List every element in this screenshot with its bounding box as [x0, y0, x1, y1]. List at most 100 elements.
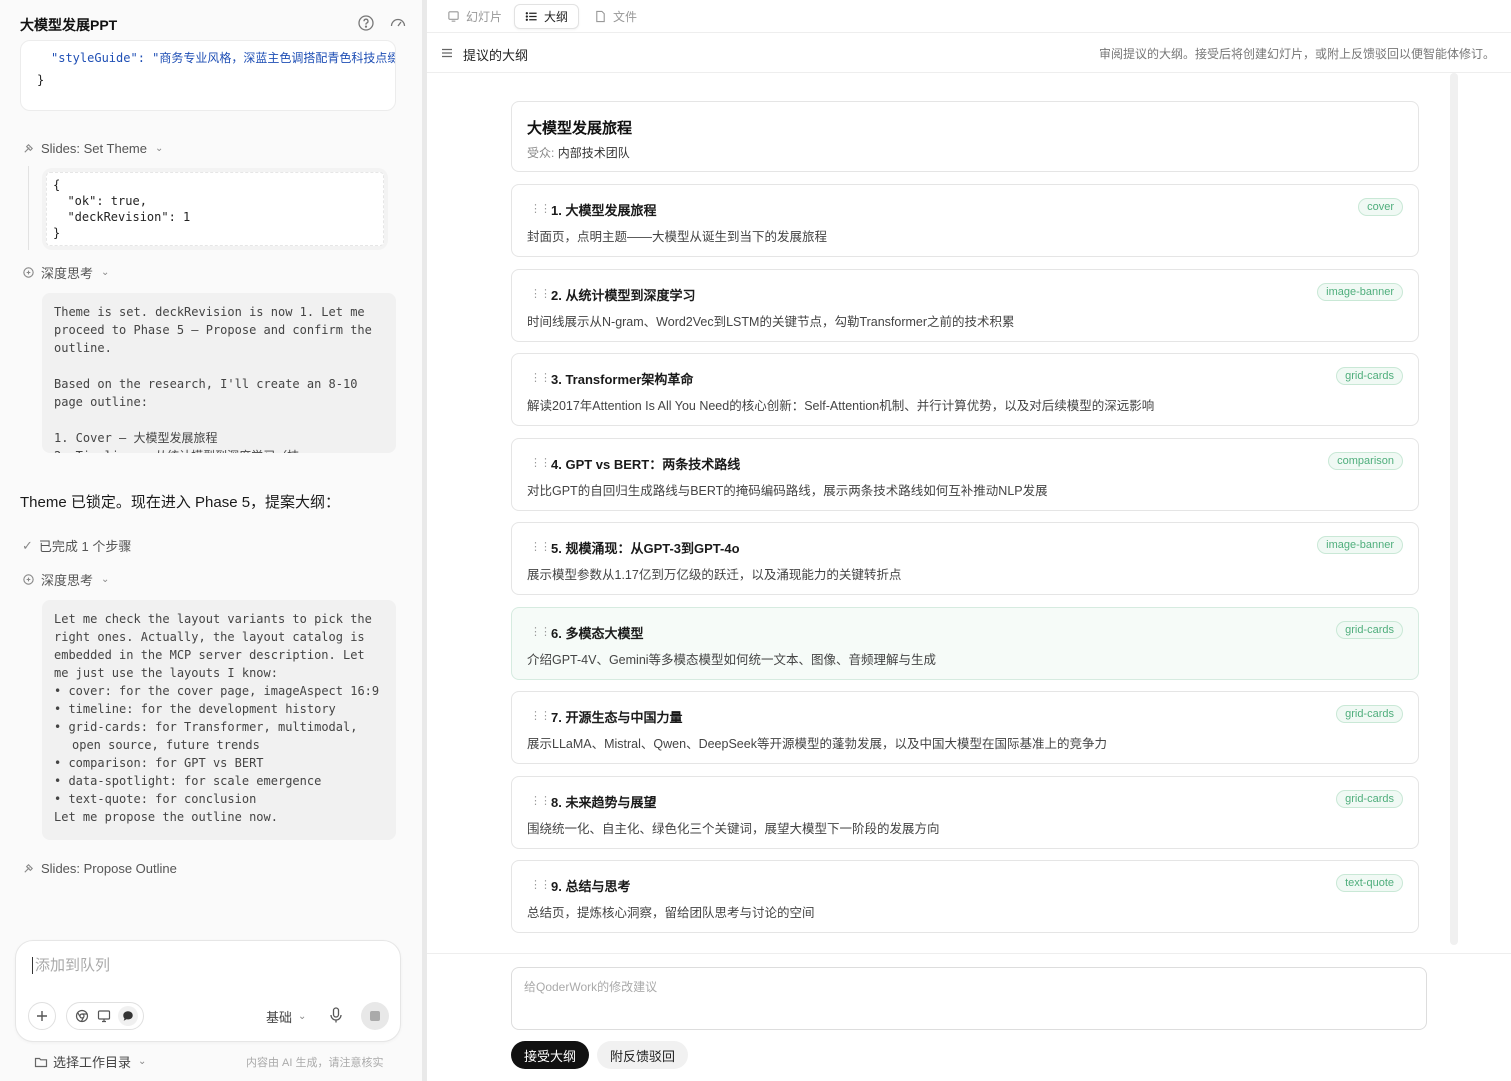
menu-icon[interactable] [441, 46, 453, 58]
chevron-down-icon: ⌄ [298, 1011, 307, 1022]
microphone-icon[interactable] [326, 1005, 346, 1025]
steps-completed[interactable]: ✓ 已完成 1 个步骤 [22, 536, 131, 555]
chevron-down-icon: ⌄ [154, 143, 164, 154]
monitor-icon[interactable] [97, 1009, 111, 1023]
plus-icon[interactable] [28, 1002, 56, 1030]
hammer-icon [24, 863, 34, 873]
slide-title: 2. 从统计模型到深度学习 [551, 288, 696, 303]
mode-label: 基础 [266, 1010, 293, 1025]
deck-summary-card: 大模型发展旅程 受众: 内部技术团队 [511, 101, 1419, 172]
thinking-content: Let me check the layout variants to pick… [42, 600, 396, 840]
slide-description: 封面页，点明主题——大模型从诞生到当下的发展旅程 [527, 230, 828, 244]
slide-title: 1. 大模型发展旅程 [551, 203, 657, 218]
code-value: : "商务专业风格，深蓝主色调搭配青色科技点缀 [137, 51, 396, 65]
outline-slide-card[interactable]: ⋮⋮ 7. 开源生态与中国力量 展示LLaMA、Mistral、Qwen、Dee… [511, 691, 1419, 764]
workdir-select[interactable]: 选择工作目录 ⌄ [34, 1052, 146, 1071]
thinking-toggle[interactable]: 深度思考 ⌄ [22, 263, 109, 282]
outline-slide-card[interactable]: ⋮⋮ 6. 多模态大模型 介绍GPT-4V、Gemini等多模态模型如何统一文本… [511, 607, 1419, 680]
slide-title: 6. 多模态大模型 [551, 626, 644, 641]
drag-handle-icon[interactable]: ⋮⋮ [530, 202, 551, 215]
tab-files[interactable]: 文件 [584, 4, 647, 29]
thinking-outro: Let me propose the outline now. [54, 810, 278, 824]
drag-handle-icon[interactable]: ⋮⋮ [530, 878, 551, 891]
feedback-input[interactable] [511, 967, 1427, 1030]
audience-value: 内部技术团队 [557, 146, 630, 160]
outline-slide-card[interactable]: ⋮⋮ 3. Transformer架构革命 解读2017年Attention I… [511, 353, 1419, 426]
outline-slide-card[interactable]: ⋮⋮ 4. GPT vs BERT：两条技术路线 对比GPT的自回归生成路线与B… [511, 438, 1419, 511]
layout-badge: text-quote [1336, 874, 1403, 892]
tab-label: 大纲 [544, 10, 569, 24]
slide-description: 介绍GPT-4V、Gemini等多模态模型如何统一文本、图像、音频理解与生成 [527, 653, 937, 667]
outline-subheader: 提议的大纲 审阅提议的大纲。接受后将创建幻灯片，或附上反馈驳回以便智能体修订。 [427, 33, 1511, 73]
layout-badge: cover [1358, 198, 1403, 216]
slide-description: 围绕统一化、自主化、绿色化三个关键词，展望大模型下一阶段的发展方向 [527, 822, 940, 836]
tab-bar: 幻灯片 大纲 文件 [427, 0, 1511, 33]
queue-input[interactable] [32, 957, 382, 974]
layout-badge: grid-cards [1336, 367, 1403, 385]
slide-description: 总结页，提炼核心洞察，留给团队思考与讨论的空间 [527, 906, 815, 920]
drag-handle-icon[interactable]: ⋮⋮ [530, 794, 551, 807]
drag-handle-icon[interactable]: ⋮⋮ [530, 709, 551, 722]
tool-call-propose-outline[interactable]: Slides: Propose Outline [22, 861, 177, 876]
ai-disclaimer: 内容由 AI 生成，请注意核实 [246, 1057, 384, 1069]
app-title: 大模型发展PPT [20, 17, 118, 33]
drag-handle-icon[interactable]: ⋮⋮ [530, 456, 551, 469]
thinking-text: Theme is set. deckRevision is now 1. Let… [54, 305, 372, 453]
brain-icon [23, 267, 34, 278]
accept-outline-button[interactable]: 接受大纲 [511, 1041, 589, 1069]
outline-panel: 幻灯片 大纲 文件 提议的大纲 审阅提议的大纲。接受后将创建幻灯片，或附上反馈驳… [427, 0, 1511, 1081]
outline-slide-card[interactable]: ⋮⋮ 1. 大模型发展旅程 封面页，点明主题——大模型从诞生到当下的发展旅程 c… [511, 184, 1419, 257]
chevron-down-icon: ⌄ [138, 1056, 147, 1067]
chat-bubble-icon[interactable] [118, 1006, 138, 1026]
slide-title: 9. 总结与思考 [551, 879, 631, 894]
outline-slide-card[interactable]: ⋮⋮ 8. 未来趋势与展望 围绕统一化、自主化、绿色化三个关键词，展望大模型下一… [511, 776, 1419, 849]
stop-icon[interactable] [361, 1002, 389, 1030]
slides-icon [448, 11, 459, 22]
tool-result-card: "styleGuide": "商务专业风格，深蓝主色调搭配青色科技点缀 } [20, 40, 396, 111]
reject-with-feedback-button[interactable]: 附反馈驳回 [597, 1041, 688, 1069]
composer: 基础 ⌄ [15, 940, 401, 1042]
audience-label: 受众: [527, 146, 555, 160]
thinking-label: 深度思考 [41, 266, 94, 281]
thinking-bullet: • comparison: for GPT vs BERT [54, 756, 264, 770]
thread-line [28, 166, 29, 250]
tool-call-label: Slides: Set Theme [41, 141, 147, 156]
slide-description: 时间线展示从N-gram、Word2Vec到LSTM的关键节点，勾勒Transf… [527, 315, 1015, 329]
tab-label: 幻灯片 [466, 10, 503, 24]
slide-description: 解读2017年Attention Is All You Need的核心创新：Se… [527, 399, 1155, 413]
tool-call-label: Slides: Propose Outline [41, 861, 177, 876]
code-line: "styleGuide": "商务专业风格，深蓝主色调搭配青色科技点缀 [51, 50, 396, 66]
layout-badge: grid-cards [1336, 705, 1403, 723]
thinking-bullet: • grid-cards: for Transformer, multimoda… [54, 720, 358, 752]
tool-call-set-theme[interactable]: Slides: Set Theme ⌄ [22, 141, 163, 156]
thinking-bullet: • data-spotlight: for scale emergence [54, 774, 322, 788]
layout-badge: comparison [1328, 452, 1403, 470]
chrome-icon[interactable] [75, 1009, 89, 1023]
drag-handle-icon[interactable]: ⋮⋮ [530, 625, 551, 638]
slide-description: 对比GPT的自回归生成路线与BERT的掩码编码路线，展示两条技术路线如何互补推动… [527, 484, 1048, 498]
outline-slide-card[interactable]: ⋮⋮ 9. 总结与思考 总结页，提炼核心洞察，留给团队思考与讨论的空间 text… [511, 860, 1419, 933]
thinking-bullet: • cover: for the cover page, imageAspect… [54, 684, 380, 698]
result-line: "ok": true, [53, 194, 147, 208]
tab-outline[interactable]: 大纲 [514, 4, 580, 29]
tab-label: 文件 [613, 10, 638, 24]
drag-handle-icon[interactable]: ⋮⋮ [530, 540, 551, 553]
assistant-message: Theme 已锁定。现在进入 Phase 5，提案大纲： [20, 494, 341, 511]
mode-select[interactable]: 基础 ⌄ [266, 1007, 306, 1026]
outline-actions: 接受大纲 附反馈驳回 [427, 953, 1511, 1081]
drag-handle-icon[interactable]: ⋮⋮ [530, 287, 551, 300]
set-theme-result: { "ok": true, "deckRevision": 1 } [42, 168, 388, 250]
tab-slides[interactable]: 幻灯片 [437, 4, 512, 29]
drag-handle-icon[interactable]: ⋮⋮ [530, 371, 551, 384]
gauge-icon[interactable] [389, 14, 407, 32]
help-icon[interactable] [357, 14, 375, 32]
scrollbar[interactable] [1450, 73, 1458, 945]
outline-slide-card[interactable]: ⋮⋮ 5. 规模涌现：从GPT-3到GPT-4o 展示模型参数从1.17亿到万亿… [511, 522, 1419, 595]
slide-title: 4. GPT vs BERT：两条技术路线 [551, 457, 741, 472]
deck-audience: 受众: 内部技术团队 [527, 144, 630, 161]
outline-slide-card[interactable]: ⋮⋮ 2. 从统计模型到深度学习 时间线展示从N-gram、Word2Vec到L… [511, 269, 1419, 342]
thinking-toggle[interactable]: 深度思考 ⌄ [22, 570, 109, 589]
brain-icon [23, 574, 34, 585]
steps-label: 已完成 1 个步骤 [38, 539, 132, 554]
chevron-down-icon: ⌄ [101, 267, 110, 278]
